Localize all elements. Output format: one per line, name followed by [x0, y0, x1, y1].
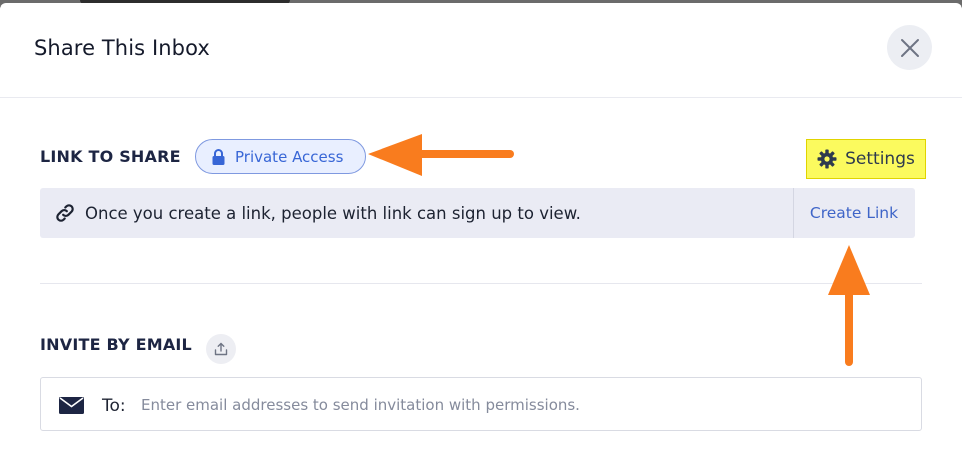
link-to-share-label: LINK TO SHARE	[40, 147, 181, 166]
lock-icon	[212, 148, 225, 165]
email-input[interactable]	[141, 388, 901, 422]
to-label: To:	[102, 396, 126, 416]
upload-icon	[214, 342, 228, 356]
share-inbox-modal: Share This Inbox LINK TO SHARE Private A…	[0, 3, 962, 474]
close-icon	[900, 38, 919, 57]
settings-button[interactable]: Settings	[806, 139, 926, 179]
annotation-arrow-up	[828, 245, 870, 366]
settings-label: Settings	[845, 149, 915, 169]
private-access-label: Private Access	[235, 147, 344, 166]
upload-contacts-button[interactable]	[206, 334, 236, 364]
gear-icon	[817, 149, 837, 169]
close-button[interactable]	[887, 25, 932, 70]
private-access-badge[interactable]: Private Access	[195, 139, 366, 174]
email-invite-field: To:	[40, 377, 922, 431]
invite-by-email-label: INVITE BY EMAIL	[40, 335, 192, 354]
annotation-arrow-left	[368, 134, 514, 176]
section-divider	[40, 283, 922, 284]
share-link-info-text: Once you create a link, people with link…	[85, 204, 581, 223]
create-link-button[interactable]: Create Link	[793, 188, 915, 238]
modal-header: Share This Inbox	[0, 3, 962, 98]
mail-icon	[59, 397, 84, 414]
modal-title: Share This Inbox	[34, 36, 210, 60]
share-link-bar: Once you create a link, people with link…	[40, 188, 915, 238]
link-icon	[56, 204, 74, 222]
